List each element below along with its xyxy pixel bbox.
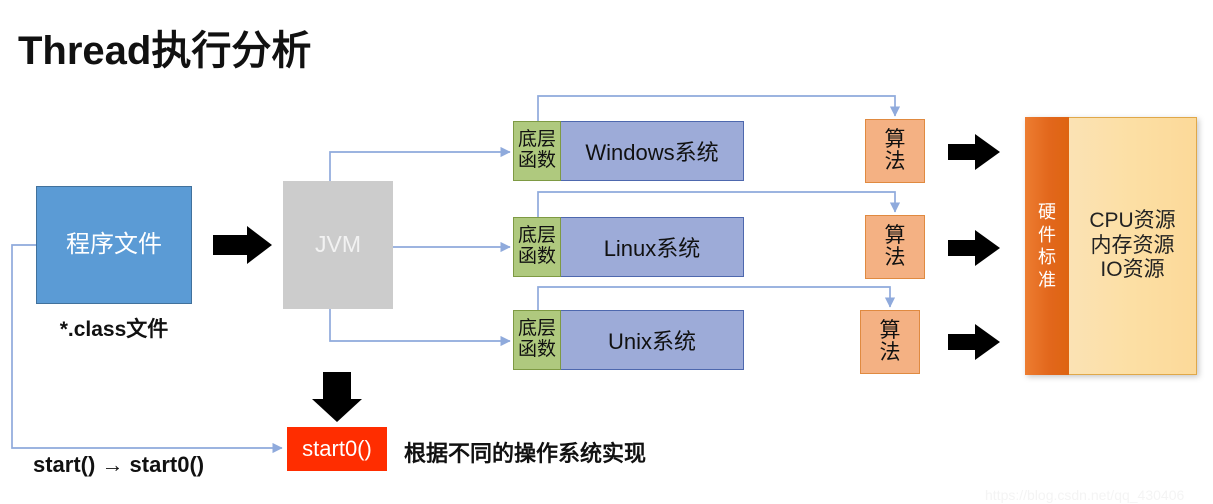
connector-linux-to-algo <box>537 191 901 218</box>
func-line-1: 底层 <box>517 225 556 247</box>
algorithm-box-linux[interactable]: 算 法 <box>865 215 925 279</box>
func-line-2: 函数 <box>517 246 556 267</box>
algo-line-2: 法 <box>884 150 906 173</box>
algo-line-1: 算 <box>884 223 906 247</box>
os-row-unix: 底层 函数 Unix系统 <box>513 310 744 370</box>
implementation-note: 根据不同的操作系统实现 <box>404 441 647 466</box>
func-line-2: 函数 <box>517 150 556 171</box>
algo-line-2: 法 <box>884 246 906 269</box>
algo-line-1: 算 <box>884 127 906 151</box>
algo-line-1: 算 <box>879 318 901 342</box>
underlying-function-box-windows[interactable]: 底层 函数 <box>513 121 561 181</box>
hardware-panel: 硬 件 标 准 CPU资源 内存资源 IO资源 <box>1025 117 1197 375</box>
resource-cpu: CPU资源 <box>1089 208 1176 232</box>
hardware-standard-char-2: 件 <box>1038 224 1056 245</box>
func-line-1: 底层 <box>517 129 556 151</box>
algorithm-box-unix[interactable]: 算 法 <box>860 310 920 374</box>
black-arrow-right-program-to-jvm <box>213 226 272 264</box>
hardware-standard-char-4: 准 <box>1038 269 1056 290</box>
algorithm-box-windows[interactable]: 算 法 <box>865 119 925 183</box>
black-arrow-down-jvm-to-start0 <box>312 372 362 422</box>
hardware-standard-char-3: 标 <box>1038 247 1056 267</box>
resource-memory: 内存资源 <box>1090 233 1175 257</box>
class-file-label: *.class文件 <box>59 318 169 341</box>
program-file-box[interactable]: 程序文件 <box>36 186 192 304</box>
func-line-1: 底层 <box>517 318 556 340</box>
watermark-text: https://blog.csdn.net/qq_430406 <box>985 487 1185 503</box>
connector-jvm-to-unix <box>329 309 511 347</box>
underlying-function-box-unix[interactable]: 底层 函数 <box>513 310 561 370</box>
black-arrow-right-algo-windows <box>948 134 1000 170</box>
page-title: Thread执行分析 <box>18 29 312 73</box>
os-box-linux[interactable]: Linux系统 <box>561 217 744 277</box>
hardware-standard-char-1: 硬 <box>1038 202 1056 222</box>
os-box-unix[interactable]: Unix系统 <box>561 310 744 370</box>
black-arrow-right-algo-linux <box>948 230 1000 266</box>
algo-line-2: 法 <box>879 341 901 364</box>
connector-unix-to-algo <box>537 286 896 311</box>
hardware-standard-strip: 硬 件 标 准 <box>1025 117 1069 375</box>
start0-box[interactable]: start0() <box>287 427 387 471</box>
underlying-function-box-linux[interactable]: 底层 函数 <box>513 217 561 277</box>
connector-windows-to-algo <box>537 95 901 122</box>
os-box-windows[interactable]: Windows系统 <box>561 121 744 181</box>
diagram-canvas: Thread执行分析 程序文件 *.class文件 JVM 底层 函数 Wind… <box>0 0 1213 504</box>
connector-jvm-to-windows <box>329 146 511 181</box>
resource-io: IO资源 <box>1100 258 1165 282</box>
start-call-chain-label: start() → start0() <box>33 452 205 477</box>
jvm-box[interactable]: JVM <box>283 181 393 309</box>
os-row-windows: 底层 函数 Windows系统 <box>513 121 744 181</box>
func-line-2: 函数 <box>517 339 556 360</box>
black-arrow-right-algo-unix <box>948 324 1000 360</box>
os-row-linux: 底层 函数 Linux系统 <box>513 217 744 277</box>
hardware-resource-box: CPU资源 内存资源 IO资源 <box>1069 117 1197 375</box>
